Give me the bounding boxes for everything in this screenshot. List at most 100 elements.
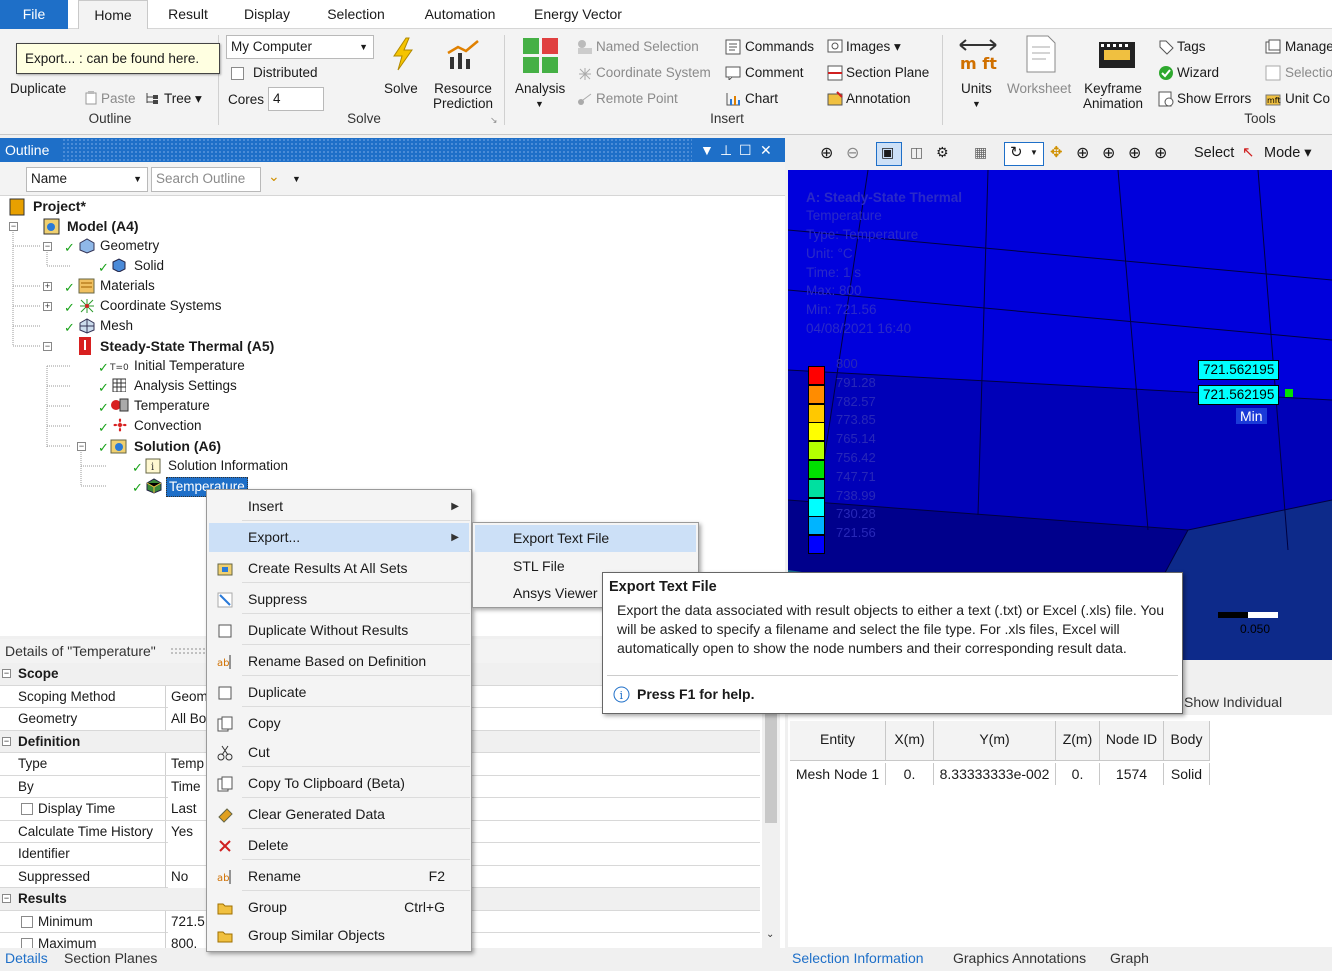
- worksheet-button[interactable]: Worksheet: [1007, 81, 1071, 96]
- solve-button[interactable]: Solve: [384, 81, 418, 96]
- tab-energy-vector[interactable]: Energy Vector: [524, 0, 632, 29]
- collapse-icon[interactable]: −: [2, 736, 11, 746]
- filter-dropdown-icon[interactable]: ▼: [292, 174, 301, 184]
- selection-tool-button[interactable]: Selectio: [1285, 65, 1332, 80]
- menu-item-insert[interactable]: Insert ▶: [209, 492, 469, 521]
- name-filter-select[interactable]: Name ▼: [26, 167, 148, 192]
- col-node-id[interactable]: Node ID: [1100, 721, 1164, 761]
- cores-input[interactable]: 4: [268, 87, 324, 111]
- menu-item-export[interactable]: Export... ▶: [209, 523, 469, 552]
- details-value[interactable]: Temp: [168, 753, 208, 775]
- units-dropdown-icon[interactable]: ▼: [972, 99, 981, 109]
- menu-item-create-results-at-all-sets[interactable]: Create Results At All Sets: [209, 554, 469, 583]
- details-value[interactable]: Time: [168, 775, 208, 798]
- tab-home[interactable]: Home: [78, 0, 148, 30]
- menu-item-cut[interactable]: Cut: [209, 738, 469, 767]
- filter-chevron-icon[interactable]: ⌄: [268, 168, 280, 185]
- tab-selection[interactable]: Selection: [316, 0, 396, 29]
- tree-item-analysis-settings[interactable]: Analysis Settings: [134, 377, 237, 395]
- distributed-checkbox[interactable]: [231, 67, 244, 80]
- collapse-icon[interactable]: −: [77, 442, 86, 451]
- wireframe-icon[interactable]: ◫: [910, 144, 923, 161]
- menu-item-suppress[interactable]: Suppress: [209, 585, 469, 614]
- layout-icon[interactable]: ▦: [974, 144, 987, 161]
- collapse-icon[interactable]: −: [2, 669, 11, 678]
- images-button[interactable]: Images ▾: [846, 39, 901, 55]
- details-value[interactable]: [168, 843, 208, 865]
- collapse-icon[interactable]: −: [43, 242, 52, 251]
- tree-item-convection[interactable]: Convection: [134, 417, 202, 435]
- menu-item-clear-generated-data[interactable]: Clear Generated Data: [209, 800, 469, 829]
- col-entity[interactable]: Entity: [790, 721, 886, 761]
- zoom-in-icon[interactable]: ⊕: [820, 143, 833, 163]
- pan-icon[interactable]: ✥: [1050, 143, 1063, 161]
- details-value[interactable]: Geom: [168, 685, 208, 708]
- pin-icon[interactable]: ⊥: [720, 138, 732, 162]
- collapse-icon[interactable]: −: [43, 342, 52, 351]
- tab-details[interactable]: Details: [5, 950, 48, 966]
- tree-item-model[interactable]: Model (A4): [67, 217, 139, 235]
- computer-select[interactable]: My Computer ▼: [226, 35, 374, 59]
- tree-item-materials[interactable]: Materials: [100, 277, 155, 295]
- menu-item-rename[interactable]: ab Rename F2: [209, 862, 469, 891]
- menu-item-copy[interactable]: Copy: [209, 709, 469, 738]
- parameter-checkbox[interactable]: [21, 915, 33, 928]
- paste-button[interactable]: Paste: [101, 91, 136, 106]
- close-icon[interactable]: ✕: [760, 138, 772, 162]
- details-value[interactable]: No: [168, 865, 208, 888]
- tab-graph[interactable]: Graph: [1110, 950, 1149, 966]
- named-selection-button[interactable]: Named Selection: [596, 39, 699, 54]
- zoom-icon[interactable]: ⊕: [1076, 143, 1089, 163]
- analysis-dropdown-icon[interactable]: ▼: [535, 99, 544, 109]
- collapse-icon[interactable]: −: [9, 222, 18, 231]
- mode-button[interactable]: Mode ▾: [1264, 145, 1312, 161]
- select-button[interactable]: Select: [1194, 145, 1234, 161]
- outline-menu-icon[interactable]: ▼: [700, 138, 714, 162]
- keyframe-animation-button[interactable]: Keyframe Animation: [1083, 81, 1143, 111]
- tab-automation[interactable]: Automation: [412, 0, 508, 29]
- resource-prediction-button[interactable]: Resource Prediction: [433, 81, 493, 111]
- tree-item-solid[interactable]: Solid: [134, 257, 164, 275]
- col-body[interactable]: Body: [1164, 721, 1210, 761]
- col-x[interactable]: X(m): [886, 721, 934, 761]
- chart-button[interactable]: Chart: [745, 91, 778, 106]
- tab-file[interactable]: File: [0, 0, 68, 29]
- menu-item-group[interactable]: Group Ctrl+G: [209, 893, 469, 922]
- probe-label-1[interactable]: 721.562195: [1198, 360, 1280, 380]
- comment-button[interactable]: Comment: [745, 65, 804, 80]
- menu-item-copy-to-clipboard-beta[interactable]: Copy To Clipboard (Beta): [209, 769, 469, 798]
- scroll-down-icon[interactable]: ⌄: [766, 929, 774, 940]
- wizard-button[interactable]: Wizard: [1177, 65, 1219, 80]
- tree-button[interactable]: Tree ▾: [164, 91, 202, 107]
- maximize-icon[interactable]: ☐: [739, 138, 752, 162]
- units-button[interactable]: Units: [961, 81, 992, 96]
- menu-item-group-similar-objects[interactable]: Group Similar Objects: [209, 921, 469, 950]
- menu-item-duplicate[interactable]: Duplicate: [209, 678, 469, 707]
- col-y[interactable]: Y(m): [934, 721, 1056, 761]
- box-zoom-icon[interactable]: ⊕: [1102, 143, 1115, 163]
- tab-result[interactable]: Result: [158, 0, 218, 29]
- expand-icon[interactable]: +: [43, 302, 52, 311]
- tab-section-planes[interactable]: Section Planes: [64, 950, 157, 966]
- display-options-icon[interactable]: ⚙: [936, 144, 949, 161]
- manage-button[interactable]: Manage: [1285, 39, 1332, 54]
- tree-item-solution[interactable]: Solution (A6): [134, 437, 221, 455]
- menu-item-rename-based-on-definition[interactable]: ab Rename Based on Definition: [209, 647, 469, 676]
- zoom-out-icon[interactable]: ⊖: [846, 143, 859, 163]
- zoom-to-fit-icon[interactable]: ⊕: [1128, 143, 1141, 163]
- section-plane-button[interactable]: Section Plane: [846, 65, 929, 80]
- coordinate-system-button[interactable]: Coordinate System: [596, 65, 711, 80]
- collapse-icon[interactable]: −: [2, 894, 11, 903]
- menu-item-duplicate-without-results[interactable]: Duplicate Without Results: [209, 616, 469, 645]
- tree-item-geometry[interactable]: Geometry: [100, 237, 159, 255]
- tree-item-project[interactable]: Project*: [33, 197, 86, 215]
- parameter-checkbox[interactable]: [21, 803, 33, 815]
- details-value[interactable]: Last: [168, 798, 208, 820]
- tree-item-temperature-load[interactable]: Temperature: [134, 397, 210, 415]
- tree-item-initial-temperature[interactable]: Initial Temperature: [134, 357, 245, 375]
- tree-item-steady-state-thermal[interactable]: Steady-State Thermal (A5): [100, 337, 274, 355]
- details-value[interactable]: Yes: [168, 820, 208, 843]
- tree-item-mesh[interactable]: Mesh: [100, 317, 133, 335]
- annotation-button[interactable]: Annotation: [846, 91, 911, 106]
- solve-group-launcher-icon[interactable]: ↘: [490, 115, 498, 126]
